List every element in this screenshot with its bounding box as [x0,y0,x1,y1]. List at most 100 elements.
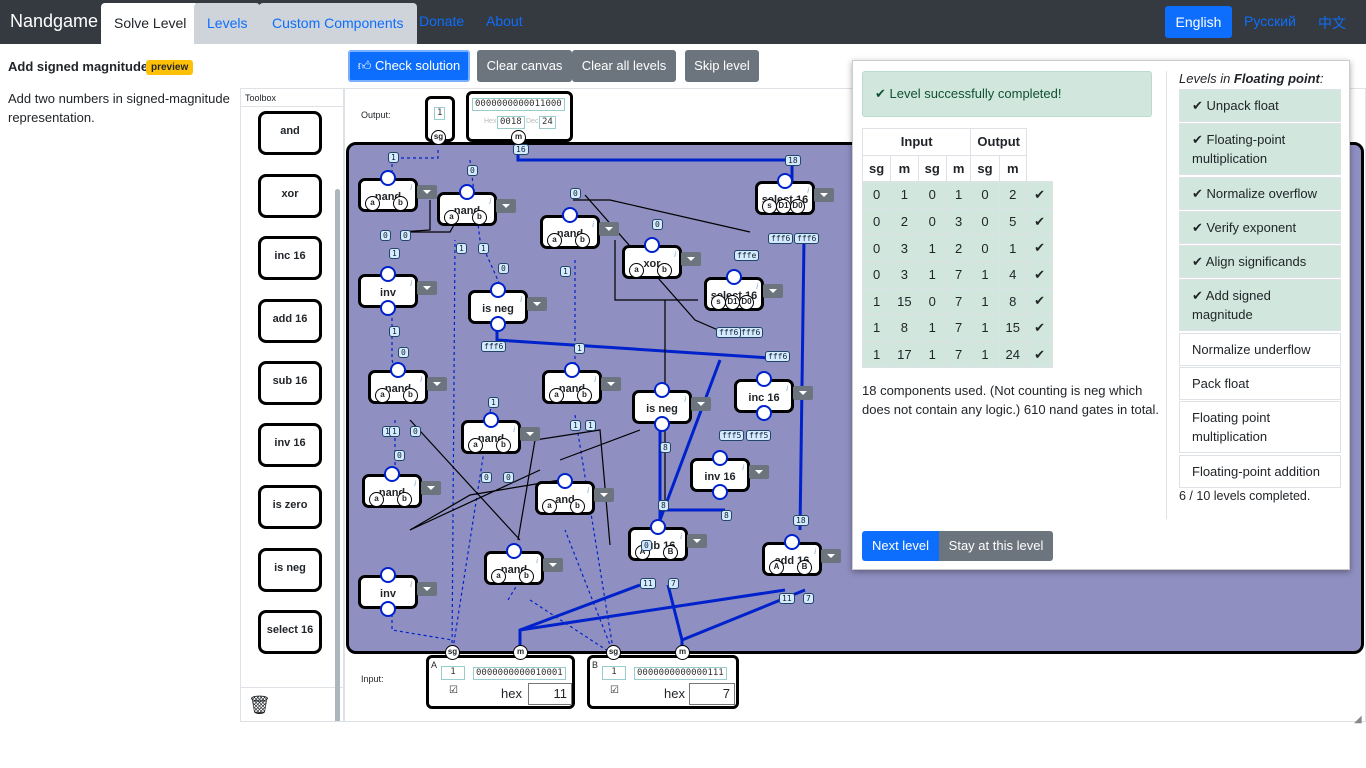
chevron-down-icon[interactable] [417,582,437,596]
toolbox-item-add16[interactable]: add 16 [258,299,322,343]
input-pin[interactable] [712,484,728,500]
input-a-sg-pin[interactable]: sg [445,645,460,660]
level-list-item[interactable]: ✔ Verify exponent [1179,211,1341,244]
info-icon[interactable]: i [594,375,596,384]
input-pin[interactable]: b [570,499,585,514]
circuit-component[interactable]: nand i a b [368,362,447,404]
info-icon[interactable]: i [680,532,682,541]
nav-donate[interactable]: Donate [419,13,464,29]
toolbox-item-sub16[interactable]: sub 16 [258,361,322,405]
input-pin[interactable]: a [444,210,459,225]
circuit-component[interactable]: xor i a b [622,237,701,279]
chevron-down-icon[interactable] [763,284,783,298]
output-pin[interactable] [459,184,475,200]
output-pin[interactable] [380,266,396,282]
input-pin[interactable]: a [491,569,506,584]
circuit-component[interactable]: nand i a b [362,466,441,508]
output-pin[interactable] [390,362,406,378]
level-list-item[interactable]: Floating point multiplication [1179,401,1341,453]
lang-chinese[interactable]: 中文 [1318,13,1346,33]
output-pin[interactable] [380,170,396,186]
input-b-sg-pin[interactable]: sg [606,645,621,660]
output-pin[interactable] [490,282,506,298]
level-list-item[interactable]: ✔ Align significands [1179,245,1341,278]
info-icon[interactable]: i [536,556,538,565]
input-pin[interactable] [380,601,396,617]
input-pin[interactable]: s [711,295,726,310]
input-a-sg[interactable]: 1 [441,666,465,680]
input-pin[interactable]: b [575,233,590,248]
output-pin[interactable] [384,466,400,482]
input-pin[interactable]: b [472,210,487,225]
toolbox-item-select16[interactable]: select 16 [258,610,322,654]
info-icon[interactable]: i [807,186,809,195]
info-icon[interactable]: i [420,375,422,384]
circuit-component[interactable]: nand i a b [437,184,516,226]
circuit-component[interactable]: is neg i [632,382,711,432]
output-m-pin[interactable]: m [511,130,526,145]
toolbox-item-inv16[interactable]: inv 16 [258,423,322,467]
info-icon[interactable]: i [414,479,416,488]
brand-logo[interactable]: Nandgame [10,11,98,32]
input-pin[interactable]: a [375,388,390,403]
output-pin[interactable] [784,534,800,550]
input-pin[interactable]: D1 [725,295,740,310]
input-pin[interactable] [490,316,506,332]
input-pin[interactable] [756,405,772,421]
input-pin[interactable]: b [393,196,408,211]
circuit-component[interactable]: is neg i [468,282,547,332]
input-b-sg[interactable]: 1 [602,666,626,680]
skip-level-button[interactable]: Skip level [685,50,759,82]
output-pin[interactable] [777,173,793,189]
level-list-item[interactable]: ✔ Normalize overflow [1179,177,1341,210]
chevron-down-icon[interactable] [691,397,711,411]
info-icon[interactable]: i [684,395,686,404]
circuit-component[interactable]: inv i [358,567,437,617]
input-pin[interactable]: A [769,560,784,575]
input-a-hex-field[interactable]: 11 [528,683,572,705]
output-pin[interactable] [726,269,742,285]
stay-level-button[interactable]: Stay at this level [939,531,1053,561]
output-pin[interactable] [483,412,499,428]
circuit-component[interactable]: add 16 i A B [762,534,841,576]
info-icon[interactable]: i [742,463,744,472]
trash-icon[interactable]: 🗑︎ [248,695,271,716]
input-pin[interactable] [380,300,396,316]
info-icon[interactable]: i [410,279,412,288]
lang-russian[interactable]: Русский [1244,13,1296,29]
info-icon[interactable]: i [410,183,412,192]
circuit-component[interactable]: nand i a b [461,412,540,454]
input-pin[interactable]: b [397,492,412,507]
input-pin[interactable]: b [657,263,672,278]
input-pin[interactable] [654,416,670,432]
clear-canvas-button[interactable]: Clear canvas [477,50,572,82]
info-icon[interactable]: i [786,384,788,393]
output-pin[interactable] [654,382,670,398]
input-pin[interactable]: a [629,263,644,278]
chevron-down-icon[interactable] [421,481,441,495]
input-pin[interactable]: s [762,199,777,214]
circuit-component[interactable]: nand i a b [540,207,619,249]
input-pin[interactable]: b [403,388,418,403]
input-pin[interactable]: a [468,438,483,453]
info-icon[interactable]: i [814,547,816,556]
chevron-down-icon[interactable] [496,199,516,213]
output-pin[interactable] [380,567,396,583]
level-list-item[interactable]: ✔ Floating-point multiplication [1179,123,1341,175]
chevron-down-icon[interactable] [749,465,769,479]
circuit-component[interactable]: and i a b [535,473,614,515]
circuit-component[interactable]: nand i a b [542,362,621,404]
input-a-m-pin[interactable]: m [513,645,528,660]
circuit-component[interactable]: inv 16 i [690,450,769,500]
circuit-component[interactable]: inv i [358,266,437,316]
level-list-item[interactable]: ✔ Add signed magnitude [1179,279,1341,331]
chevron-down-icon[interactable] [793,386,813,400]
circuit-component[interactable]: select 16isD1D0 [704,269,783,311]
chevron-down-icon[interactable] [601,377,621,391]
input-a-checkbox[interactable]: ☑ [449,685,458,696]
level-list-item[interactable]: Floating-point addition [1179,455,1341,488]
chevron-down-icon[interactable] [543,558,563,572]
circuit-component[interactable]: sub 16 i A B [628,519,707,561]
chevron-down-icon[interactable] [681,252,701,266]
next-level-button[interactable]: Next level [862,531,939,561]
